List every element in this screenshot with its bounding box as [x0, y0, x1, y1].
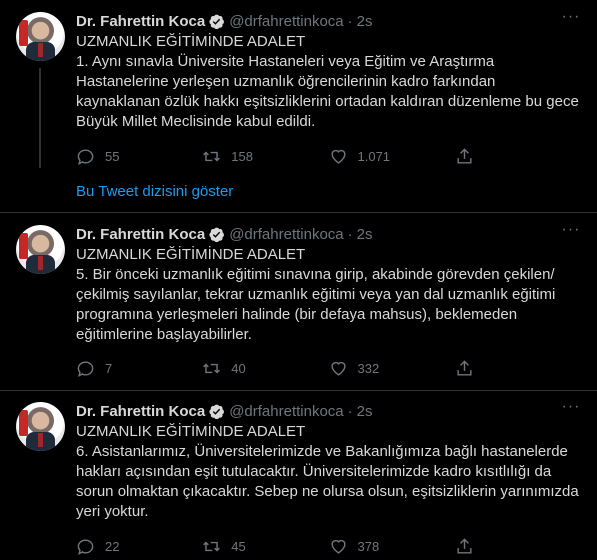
tweet-line: 1. Aynı sınavla Üniversite Hastaneleri v…	[76, 53, 495, 70]
author-handle[interactable]: @drfahrettinkoca	[229, 13, 343, 30]
avatar[interactable]	[16, 225, 65, 274]
verified-badge-icon	[209, 227, 225, 242]
retweet-button[interactable]: 158	[202, 147, 328, 166]
avatar[interactable]	[16, 402, 65, 451]
retweet-count: 40	[231, 360, 246, 376]
tweet-text: UZMANLIK EĞİTİMİNDE ADALET 5. Bir önceki…	[76, 245, 581, 345]
flag-shape	[19, 410, 28, 436]
heart-icon	[330, 539, 346, 554]
tweet-3[interactable]: Dr. Fahrettin Koca @drfahrettinkoca · 2s…	[0, 391, 597, 560]
tweet-header: Dr. Fahrettin Koca @drfahrettinkoca · 2s…	[76, 9, 581, 31]
more-options-icon[interactable]: ···	[561, 9, 581, 31]
reply-icon	[77, 360, 94, 377]
like-button[interactable]: 1.071	[329, 147, 455, 166]
tweet-title: UZMANLIK EĞİTİMİNDE ADALET	[76, 423, 306, 440]
retweet-icon	[203, 151, 221, 161]
like-count: 332	[357, 360, 380, 376]
reply-button[interactable]: 7	[76, 359, 202, 378]
tweet-line: 6. Asistanlarımız, Üniversitelerimizde v…	[76, 443, 568, 460]
tie-shape	[38, 433, 43, 447]
tweet-text: UZMANLIK EĞİTİMİNDE ADALET 6. Asistanlar…	[76, 422, 581, 522]
author-handle[interactable]: @drfahrettinkoca	[229, 226, 343, 243]
reply-count: 22	[105, 538, 120, 554]
tweet-title: UZMANLIK EĞİTİMİNDE ADALET	[76, 33, 306, 50]
separator-dot: ·	[347, 225, 353, 243]
flag-shape	[19, 20, 28, 46]
reply-count: 55	[105, 148, 120, 164]
tweet-1[interactable]: Dr. Fahrettin Koca @drfahrettinkoca · 2s…	[0, 0, 597, 180]
tweet-line: programına yerleşmeleri halinde (bir def…	[76, 306, 518, 323]
retweet-count: 158	[231, 148, 253, 164]
tweet-line: çekilmiş sayılanlar, tekrar uzmanlık eği…	[76, 286, 556, 303]
heart-icon	[330, 361, 346, 376]
retweet-icon	[203, 363, 221, 373]
reply-button[interactable]: 22	[76, 537, 202, 556]
separator-dot: ·	[347, 402, 353, 420]
retweet-button[interactable]: 45	[202, 537, 328, 556]
share-icon	[457, 537, 472, 554]
flag-shape	[19, 233, 28, 259]
tweet-header: Dr. Fahrettin Koca @drfahrettinkoca · 2s…	[76, 399, 581, 421]
like-count: 1.071	[357, 148, 391, 164]
tweet-line: yeri yoktur.	[76, 503, 149, 520]
tweet-line: Hastanelerine yerleşen uzmanlık öğrencil…	[76, 73, 496, 90]
retweet-count: 45	[231, 538, 246, 554]
share-icon	[457, 359, 472, 376]
tweet-header: Dr. Fahrettin Koca @drfahrettinkoca · 2s…	[76, 222, 581, 244]
retweet-icon	[203, 541, 221, 551]
separator-dot: ·	[347, 12, 353, 30]
like-count: 378	[357, 538, 380, 554]
tweet-time[interactable]: 2s	[357, 226, 373, 243]
share-icon	[457, 147, 472, 164]
verified-badge-icon	[209, 14, 225, 29]
tweet-time[interactable]: 2s	[357, 13, 373, 30]
reply-icon	[77, 538, 94, 555]
avatar[interactable]	[16, 12, 65, 61]
tweet-line: hakları açısından eşit tutulacaktır. Üni…	[76, 463, 552, 480]
show-thread-link[interactable]: Bu Tweet dizisini göster	[76, 183, 233, 200]
reply-count: 7	[105, 360, 113, 376]
tweet-line: Büyük Millet Meclisinde kabul edildi.	[76, 113, 316, 130]
heart-icon	[330, 149, 346, 164]
tweet-title: UZMANLIK EĞİTİMİNDE ADALET	[76, 246, 306, 263]
tweet-actions: 22 45 378	[76, 536, 581, 556]
tweet-line: kaynaklanan özlük hakkı eşitsizliklerini…	[76, 93, 579, 110]
more-options-icon[interactable]: ···	[561, 222, 581, 244]
more-options-icon[interactable]: ···	[561, 399, 581, 421]
tie-shape	[38, 43, 43, 57]
author-name[interactable]: Dr. Fahrettin Koca	[76, 13, 205, 30]
verified-badge-icon	[209, 404, 225, 419]
tweet-actions: 55 158 1.071	[76, 146, 581, 166]
share-button[interactable]	[455, 147, 581, 166]
like-button[interactable]: 332	[329, 359, 455, 378]
like-button[interactable]: 378	[329, 537, 455, 556]
reply-icon	[77, 148, 94, 165]
tweet-text: UZMANLIK EĞİTİMİNDE ADALET 1. Aynı sınav…	[76, 32, 581, 132]
author-name[interactable]: Dr. Fahrettin Koca	[76, 226, 205, 243]
tweet-2[interactable]: Dr. Fahrettin Koca @drfahrettinkoca · 2s…	[0, 213, 597, 393]
tweet-actions: 7 40 332	[76, 358, 581, 378]
tweet-line: sorun olmaktan çıkacaktır. Sebep ne olur…	[76, 483, 579, 500]
share-button[interactable]	[455, 359, 581, 378]
share-button[interactable]	[455, 537, 581, 556]
tweet-line: eğitimlerine başlayabilirler.	[76, 326, 252, 343]
tie-shape	[38, 256, 43, 270]
author-name[interactable]: Dr. Fahrettin Koca	[76, 403, 205, 420]
tweet-time[interactable]: 2s	[357, 403, 373, 420]
reply-button[interactable]: 55	[76, 147, 202, 166]
tweet-line: 5. Bir önceki uzmanlık eğitimi sınavına …	[76, 266, 555, 283]
retweet-button[interactable]: 40	[202, 359, 328, 378]
author-handle[interactable]: @drfahrettinkoca	[229, 403, 343, 420]
